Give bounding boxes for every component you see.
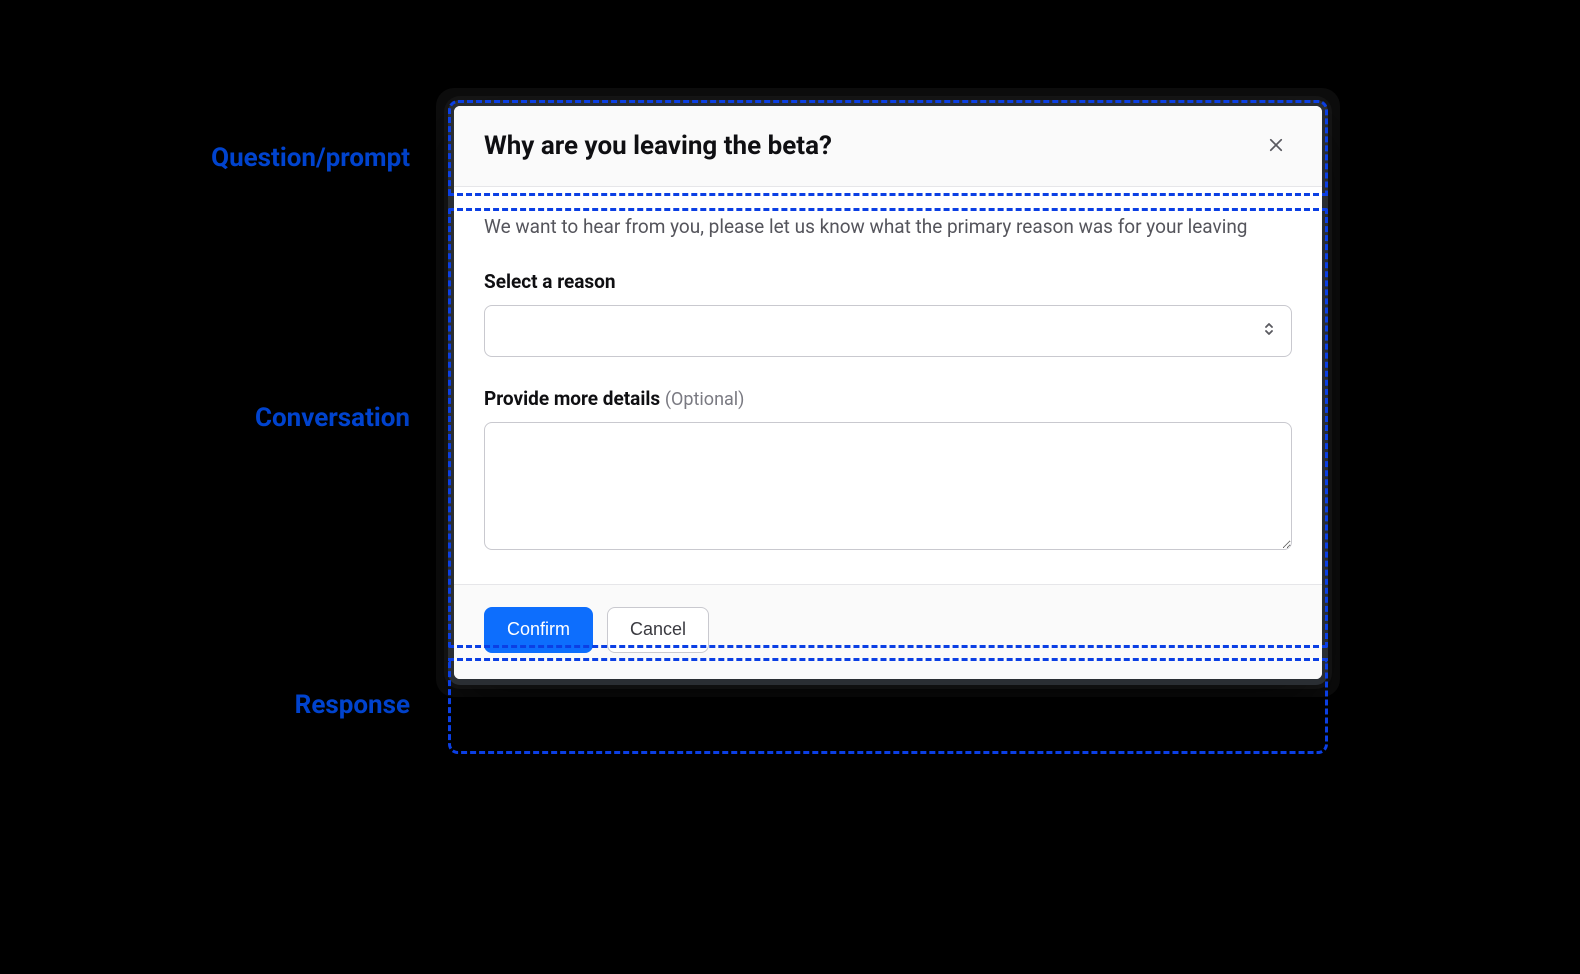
details-label-main: Provide more details [484,387,660,410]
details-label: Provide more details (Optional) [484,387,1292,410]
reason-select[interactable] [484,305,1292,357]
confirm-button[interactable]: Confirm [484,607,593,653]
modal-dialog: Why are you leaving the beta? We want to… [448,100,1328,685]
details-label-optional: (Optional) [665,389,745,410]
close-icon [1267,136,1285,157]
modal-footer: Confirm Cancel [454,584,1322,679]
close-button[interactable] [1260,130,1292,162]
details-textarea[interactable] [484,422,1292,550]
annotation-response: Response [110,690,410,721]
modal-header: Why are you leaving the beta? [454,106,1322,187]
annotation-conversation: Conversation [110,403,410,434]
modal-title: Why are you leaving the beta? [484,131,832,161]
modal-description: We want to hear from you, please let us … [484,213,1292,242]
reason-label: Select a reason [484,270,1292,293]
reason-select-wrap [484,305,1292,357]
cancel-button[interactable]: Cancel [607,607,709,653]
annotation-question-prompt: Question/prompt [110,143,410,174]
modal-body: We want to hear from you, please let us … [454,187,1322,584]
